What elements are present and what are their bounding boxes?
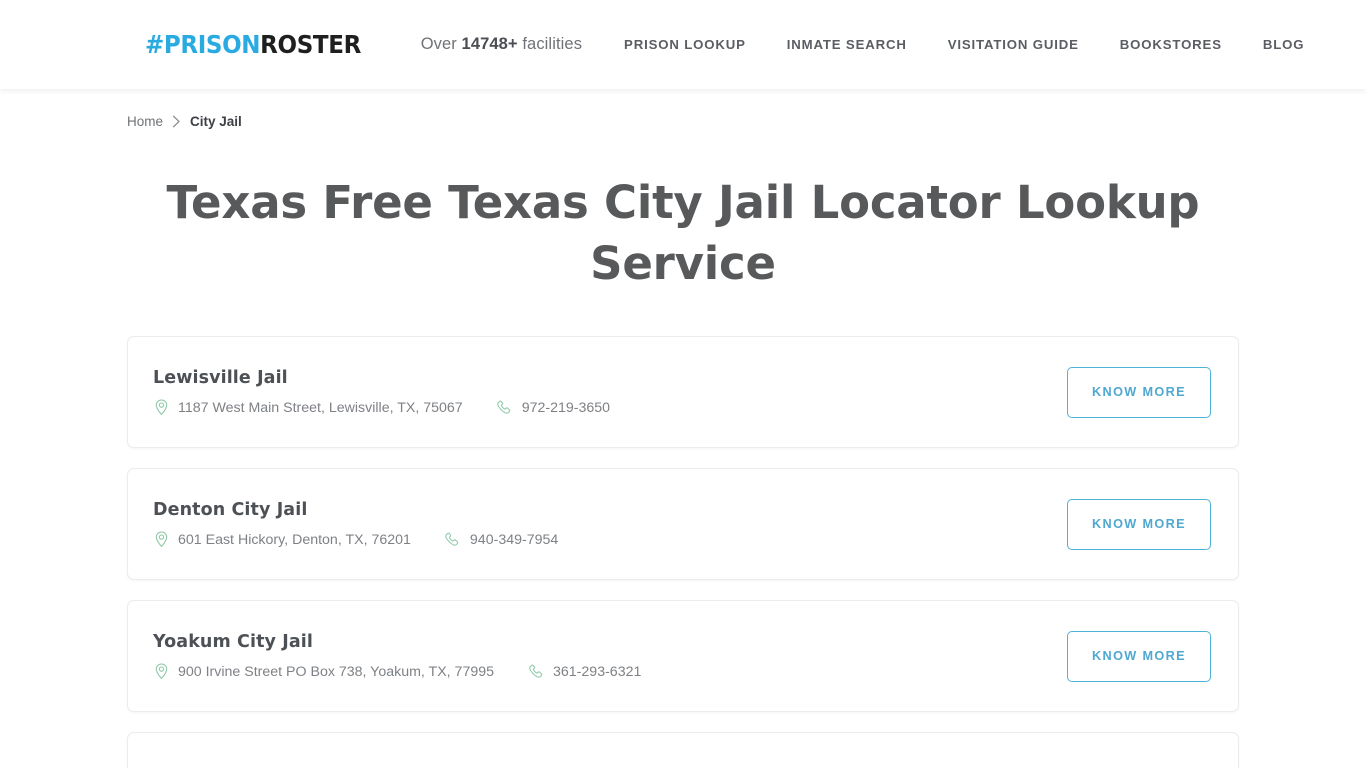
breadcrumb-home-link[interactable]: Home bbox=[127, 114, 163, 129]
facility-phone-item[interactable]: 972-219-3650 bbox=[497, 399, 610, 416]
phone-icon bbox=[528, 663, 545, 680]
page-title: Texas Free Texas City Jail Locator Looku… bbox=[166, 176, 1200, 290]
facility-phone-text: 361-293-6321 bbox=[553, 663, 642, 680]
nav-visitation-guide[interactable]: VISITATION GUIDE bbox=[948, 37, 1079, 52]
page-body: Home City Jail Texas Free Texas City Jai… bbox=[0, 89, 1366, 768]
facility-info: Lewisville Jail 1187 West Main Street, L… bbox=[153, 368, 1067, 416]
facility-name: Lewisville Jail bbox=[153, 368, 288, 388]
content-container: Home City Jail Texas Free Texas City Jai… bbox=[127, 89, 1239, 768]
facility-address-item: 900 Irvine Street PO Box 738, Yoakum, TX… bbox=[153, 663, 494, 680]
facility-phone-item[interactable]: 940-349-7954 bbox=[445, 531, 558, 548]
main-navigation: PRISON LOOKUP INMATE SEARCH VISITATION G… bbox=[624, 37, 1304, 52]
map-pin-icon bbox=[153, 531, 170, 548]
facility-address-item: 601 East Hickory, Denton, TX, 76201 bbox=[153, 531, 411, 548]
facilities-count: Over 14748+ facilities bbox=[421, 35, 582, 54]
facility-card[interactable]: Denton City Jail 601 East Hickory, Dento… bbox=[127, 468, 1239, 580]
facility-phone-text: 940-349-7954 bbox=[469, 531, 559, 548]
know-more-button[interactable]: KNOW MORE bbox=[1067, 630, 1211, 682]
facility-info: Yoakum City Jail 900 Irvine Street PO Bo… bbox=[153, 632, 1067, 680]
facility-address-text: 601 East Hickory, Denton, TX, 76201 bbox=[178, 531, 411, 548]
facility-name: Yoakum City Jail bbox=[153, 632, 313, 652]
facility-meta: 900 Irvine Street PO Box 738, Yoakum, TX… bbox=[153, 663, 1067, 680]
nav-blog[interactable]: BLOG bbox=[1263, 37, 1305, 52]
facility-meta: 601 East Hickory, Denton, TX, 76201 940-… bbox=[153, 531, 1067, 548]
header-inner: #PRISONROSTER Over 14748+ facilities PRI… bbox=[0, 32, 1366, 57]
phone-icon bbox=[497, 399, 514, 416]
map-pin-icon bbox=[153, 399, 170, 416]
site-logo[interactable]: #PRISONROSTER bbox=[145, 32, 361, 57]
facility-phone-text: 972-219-3650 bbox=[521, 399, 611, 416]
breadcrumb: Home City Jail bbox=[127, 89, 1239, 129]
logo-hash-text: #PRISON bbox=[145, 30, 261, 59]
facility-phone-item[interactable]: 361-293-6321 bbox=[528, 663, 641, 680]
breadcrumb-current: City Jail bbox=[190, 113, 242, 129]
facility-name: Denton City Jail bbox=[153, 500, 308, 520]
nav-bookstores[interactable]: BOOKSTORES bbox=[1120, 37, 1222, 52]
nav-inmate-search[interactable]: INMATE SEARCH bbox=[787, 37, 907, 52]
facility-card[interactable]: Yoakum City Jail 900 Irvine Street PO Bo… bbox=[127, 600, 1239, 712]
facilities-number: 14748+ bbox=[461, 35, 518, 53]
know-more-button[interactable]: KNOW MORE bbox=[1067, 498, 1211, 550]
phone-icon bbox=[445, 531, 462, 548]
facility-card-list: Lewisville Jail 1187 West Main Street, L… bbox=[127, 336, 1239, 768]
know-more-button[interactable]: KNOW MORE bbox=[1067, 366, 1211, 418]
site-header: #PRISONROSTER Over 14748+ facilities PRI… bbox=[0, 0, 1366, 89]
facility-info: Denton City Jail 601 East Hickory, Dento… bbox=[153, 500, 1067, 548]
facility-address-item: 1187 West Main Street, Lewisville, TX, 7… bbox=[153, 399, 463, 416]
facilities-suffix: facilities bbox=[517, 35, 583, 53]
logo-roster-text: ROSTER bbox=[260, 30, 361, 59]
map-pin-icon bbox=[153, 663, 170, 680]
facility-address-text: 1187 West Main Street, Lewisville, TX, 7… bbox=[178, 399, 463, 416]
facility-card[interactable]: Lewisville Jail 1187 West Main Street, L… bbox=[127, 336, 1239, 448]
nav-prison-lookup[interactable]: PRISON LOOKUP bbox=[624, 37, 746, 52]
facility-address-text: 900 Irvine Street PO Box 738, Yoakum, TX… bbox=[178, 663, 495, 680]
facilities-prefix: Over bbox=[420, 35, 462, 53]
facility-card[interactable] bbox=[127, 732, 1239, 768]
facility-meta: 1187 West Main Street, Lewisville, TX, 7… bbox=[153, 399, 1067, 416]
chevron-right-icon bbox=[172, 115, 181, 128]
